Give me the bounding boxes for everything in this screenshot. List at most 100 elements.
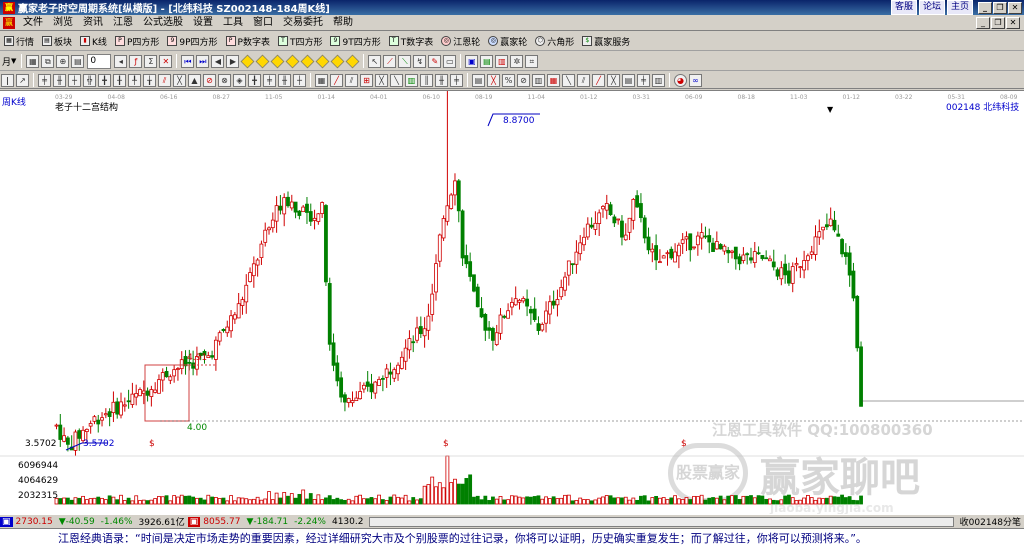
line-icon-14[interactable]: ◈ [233, 73, 246, 87]
infinity-icon[interactable]: ∞ [689, 73, 702, 87]
tool-icon-7[interactable]: ▣ [465, 54, 479, 68]
last-icon[interactable]: ⏭ [196, 54, 210, 68]
line-icon-24[interactable]: ╲ [390, 73, 403, 87]
line-icon-5[interactable]: ╋ [98, 73, 111, 87]
grid-icon-a[interactable]: ▦ [26, 54, 40, 68]
line-icon-36[interactable]: ╱ [592, 73, 605, 87]
menu-browse[interactable]: 浏览 [48, 15, 78, 31]
tool-icon-4[interactable]: ↯ [413, 54, 427, 68]
line-icon-40[interactable]: ▥ [652, 73, 665, 87]
line-icon-8[interactable]: ╁ [143, 73, 156, 87]
line-icon-20[interactable]: ╱ [330, 73, 343, 87]
menu-trade[interactable]: 交易委托 [278, 15, 328, 31]
diamond-icon-3[interactable] [271, 54, 285, 68]
p-number-table-button[interactable]: P P数字表 [222, 33, 274, 50]
forward-icon[interactable]: ▶ [226, 54, 240, 68]
line-icon-2[interactable]: ╫ [53, 73, 66, 87]
9p-square-button[interactable]: 9 9P四方形 [163, 33, 221, 50]
first-icon[interactable]: ⏮ [181, 54, 195, 68]
sz-badge-icon[interactable]: ▣ [187, 516, 201, 527]
close-icon[interactable]: ✕ [1008, 1, 1022, 14]
quote-button[interactable]: ▦ 行情 [0, 33, 38, 50]
hexagon-button[interactable]: ⬡ 六角形 [531, 33, 578, 50]
sh-badge-icon[interactable]: ▣ [0, 516, 13, 527]
menu-tools[interactable]: 工具 [218, 15, 248, 31]
menu-info[interactable]: 资讯 [78, 15, 108, 31]
line-icon-21[interactable]: ⫽ [345, 73, 358, 87]
diamond-icon-2[interactable] [256, 54, 270, 68]
line-icon-10[interactable]: ╳ [173, 73, 186, 87]
diamond-icon-4[interactable] [286, 54, 300, 68]
minimize-icon[interactable]: _ [978, 1, 992, 14]
line-icon-32[interactable]: ▥ [532, 73, 545, 87]
tool-icon-2[interactable]: ⟋ [383, 54, 397, 68]
dropdown-arrow-icon[interactable]: ▼ [827, 105, 833, 114]
horizontal-scrollbar[interactable] [369, 516, 954, 527]
tool-icon-10[interactable]: ✲ [510, 54, 524, 68]
diamond-icon-7[interactable] [331, 54, 345, 68]
child-restore-icon[interactable]: ❐ [991, 16, 1005, 29]
line-icon-6[interactable]: ╂ [113, 73, 126, 87]
diamond-icon-8[interactable] [346, 54, 360, 68]
link-kefu[interactable]: 客服 [890, 0, 917, 15]
line-icon-18[interactable]: ┼ [293, 73, 306, 87]
line-icon-7[interactable]: ╀ [128, 73, 141, 87]
line-icon-1[interactable]: ╪ [38, 73, 51, 87]
kline-button[interactable]: ▮ K线 [76, 33, 111, 50]
line-icon-30[interactable]: ╳ [487, 73, 500, 87]
t-square-button[interactable]: T T四方形 [274, 33, 327, 50]
gann-wheel-button[interactable]: ◎ 江恩轮 [437, 33, 484, 50]
line-icon-25[interactable]: ▥ [405, 73, 418, 87]
tool-icon-3[interactable]: ⟍ [398, 54, 412, 68]
tool-icon-1[interactable]: ↖ [368, 54, 382, 68]
link-zhuye[interactable]: 主页 [946, 0, 973, 15]
line-icon-4[interactable]: ╬ [83, 73, 96, 87]
tool-icon-8[interactable]: ▤ [480, 54, 494, 68]
tool-icon-9[interactable]: ▥ [495, 54, 509, 68]
line-icon-9[interactable]: ⫽ [158, 73, 171, 87]
copy-icon[interactable]: ⧉ [41, 54, 55, 68]
period-select[interactable]: 月 ▼ [0, 53, 18, 70]
line-icon-11[interactable]: ▲ [188, 73, 201, 87]
line-icon-3[interactable]: ┼ [68, 73, 81, 87]
line-icon-17[interactable]: ╫ [278, 73, 291, 87]
line-icon-35[interactable]: ⫽ [577, 73, 590, 87]
menu-help[interactable]: 帮助 [328, 15, 358, 31]
pie-icon[interactable]: ◕ [674, 73, 687, 87]
line-icon-29[interactable]: ▤ [472, 73, 485, 87]
line-icon-39[interactable]: ╪ [637, 73, 650, 87]
print-icon[interactable]: ▤ [71, 54, 85, 68]
tool-icon-11[interactable]: ⌗ [525, 54, 539, 68]
line-icon-23[interactable]: ╳ [375, 73, 388, 87]
t-number-table-button[interactable]: T T数字表 [385, 33, 438, 50]
menu-file[interactable]: 文件 [18, 15, 48, 31]
cursor-icon[interactable]: ↗ [16, 73, 29, 87]
menu-settings[interactable]: 设置 [188, 15, 218, 31]
back-icon[interactable]: ◀ [211, 54, 225, 68]
9t-square-button[interactable]: 9 9T四方形 [326, 33, 384, 50]
menu-gann[interactable]: 江恩 [108, 15, 138, 31]
p-square-button[interactable]: P P四方形 [111, 33, 163, 50]
line-icon-28[interactable]: ╪ [450, 73, 463, 87]
menu-window[interactable]: 窗口 [248, 15, 278, 31]
yingjia-service-button[interactable]: $ 赢家服务 [578, 33, 634, 50]
pointer-icon[interactable]: | [1, 73, 14, 87]
link-luntan[interactable]: 论坛 [918, 0, 945, 15]
diamond-icon-6[interactable] [316, 54, 330, 68]
tool-icon-5[interactable]: ✎ [428, 54, 442, 68]
x-icon[interactable]: ✕ [159, 54, 173, 68]
line-icon-34[interactable]: ╲ [562, 73, 575, 87]
line-icon-37[interactable]: ╳ [607, 73, 620, 87]
step-select[interactable]: 0 [87, 53, 112, 69]
line-icon-31[interactable]: ⊘ [517, 73, 530, 87]
menu-formula[interactable]: 公式选股 [138, 15, 188, 31]
line-icon-13[interactable]: ⊗ [218, 73, 231, 87]
restore-icon[interactable]: ❐ [993, 1, 1007, 14]
diamond-icon-1[interactable] [241, 54, 255, 68]
line-icon-12[interactable]: ⊘ [203, 73, 216, 87]
left-icon[interactable]: ◂ [114, 54, 128, 68]
percent-icon[interactable]: % [502, 73, 515, 87]
line-icon-38[interactable]: ▤ [622, 73, 635, 87]
line-icon-27[interactable]: ╫ [435, 73, 448, 87]
yingjia-wheel-button[interactable]: ◎ 赢家轮 [484, 33, 531, 50]
